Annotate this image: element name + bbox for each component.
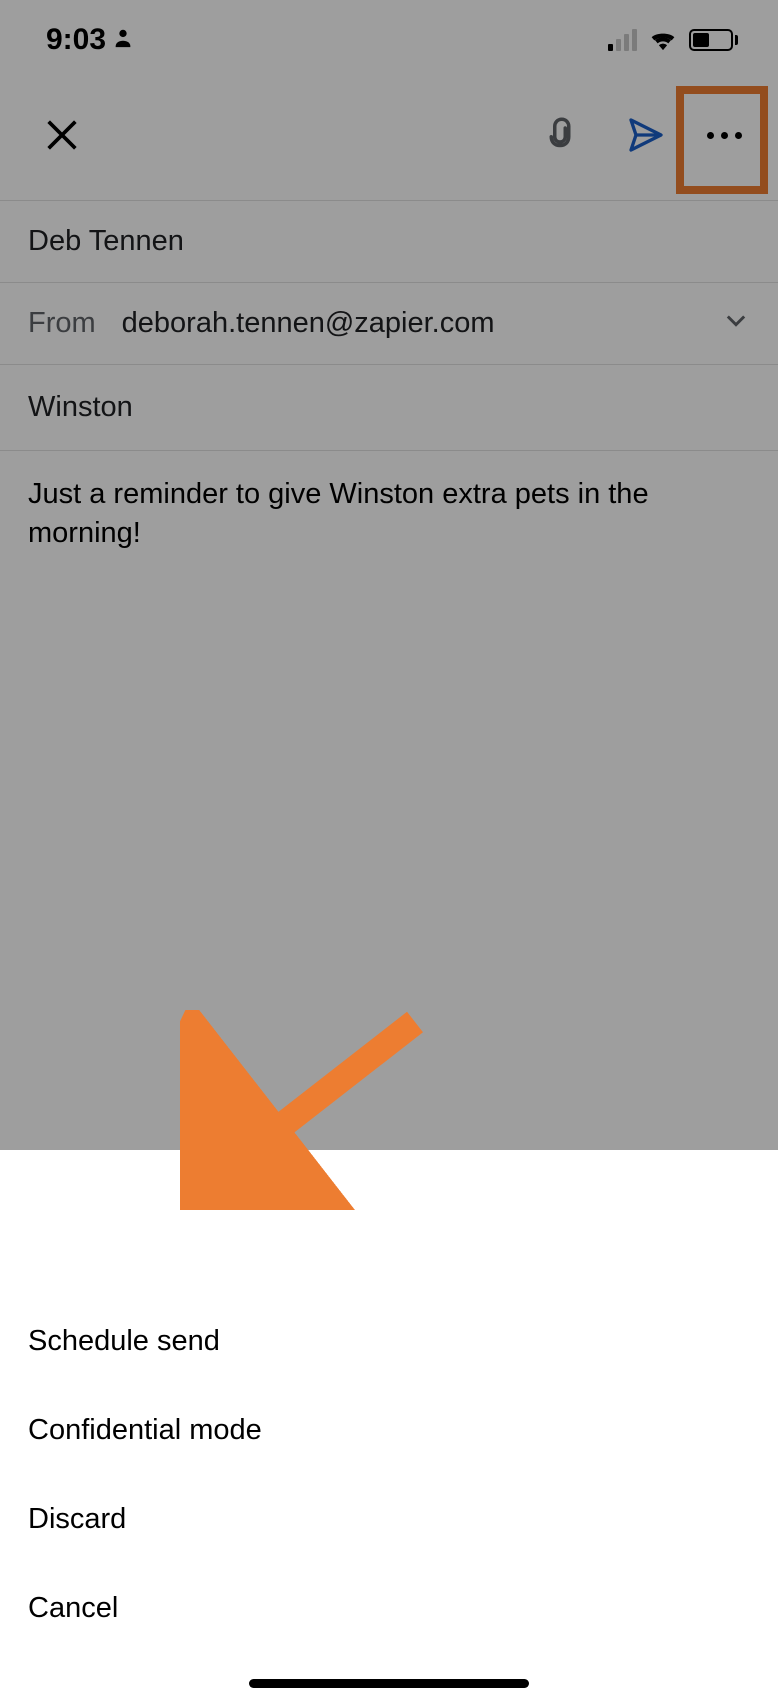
attach-button[interactable] [528,103,592,167]
sheet-item-label: Discard [28,1503,126,1535]
more-icon [707,132,742,139]
cellular-signal-icon [608,29,637,51]
person-icon [112,23,134,57]
to-field[interactable]: Deb Tennen [0,200,778,283]
sheet-item-label: Schedule send [28,1325,220,1357]
sheet-item-cancel[interactable]: Cancel [0,1564,778,1653]
sheet-item-label: Cancel [28,1592,118,1624]
chevron-down-icon[interactable] [722,306,750,342]
status-bar: 9:03 [0,0,778,80]
from-field[interactable]: From deborah.tennen@zapier.com [0,283,778,365]
body-text: Just a reminder to give Winston extra pe… [28,478,649,549]
from-address: deborah.tennen@zapier.com [122,307,495,340]
send-button[interactable] [614,103,678,167]
from-label: From [28,307,96,340]
wifi-icon [647,26,679,55]
close-button[interactable] [30,103,94,167]
home-indicator[interactable] [249,1679,529,1688]
status-time: 9:03 [46,23,106,57]
body-field[interactable]: Just a reminder to give Winston extra pe… [0,451,778,577]
sheet-item-label: Confidential mode [28,1414,262,1446]
to-recipient-name: Deb Tennen [28,225,184,258]
more-options-button[interactable] [692,103,756,167]
action-sheet: Schedule send Confidential mode Discard … [0,1291,778,1704]
sheet-item-schedule-send[interactable]: Schedule send [0,1297,778,1386]
sheet-item-discard[interactable]: Discard [0,1475,778,1564]
status-right [608,26,738,55]
sheet-item-confidential-mode[interactable]: Confidential mode [0,1386,778,1475]
screen: 9:03 [0,0,778,1704]
status-left: 9:03 [46,23,134,57]
subject-field[interactable]: Winston [0,365,778,451]
battery-icon [689,29,738,51]
subject-text: Winston [28,391,133,423]
compose-toolbar [0,80,778,190]
